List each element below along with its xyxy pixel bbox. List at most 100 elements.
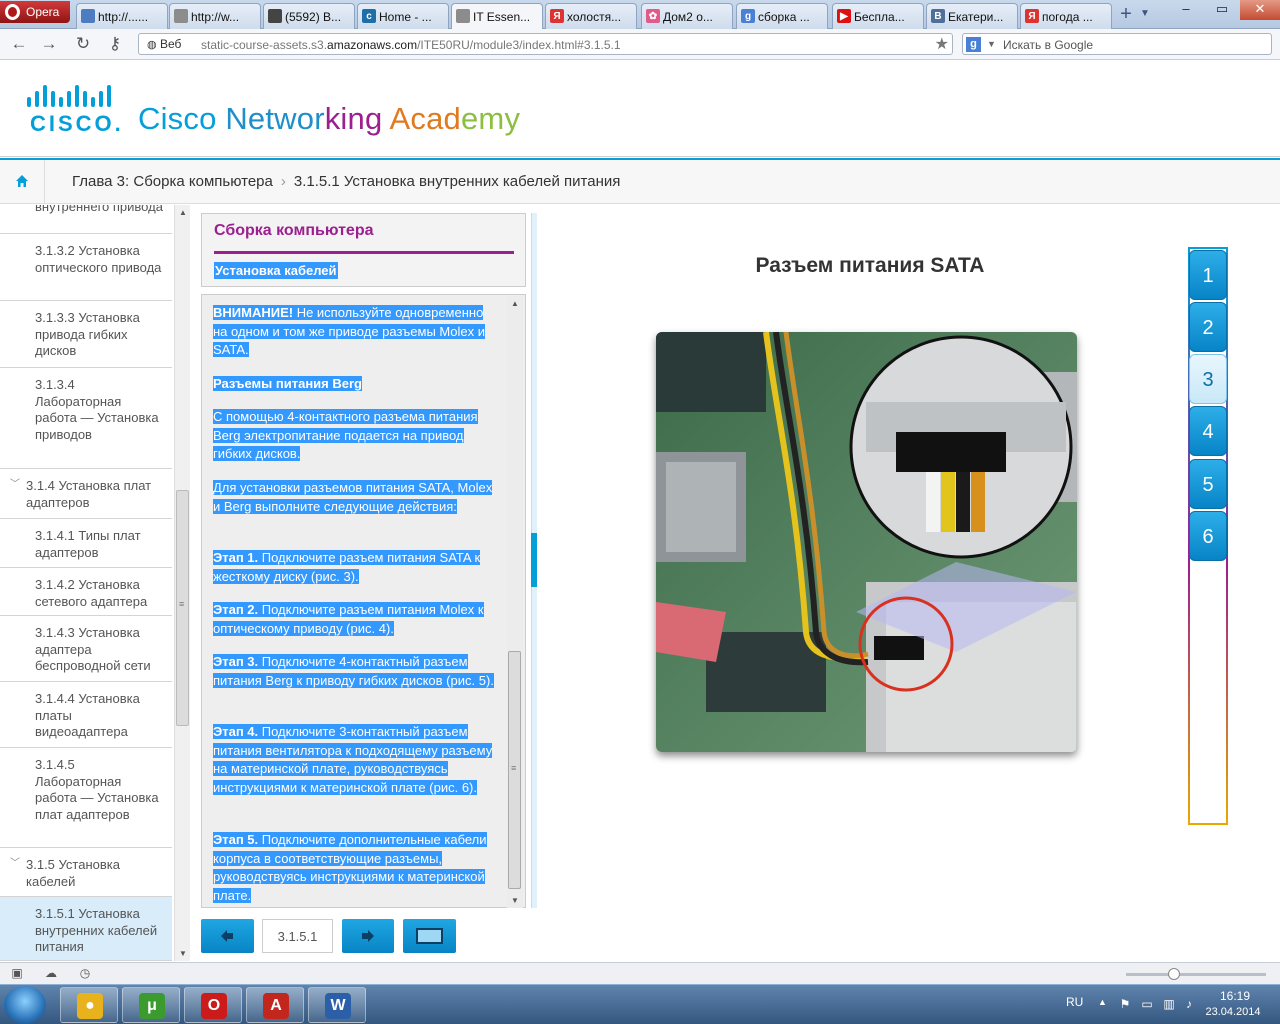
chevron-down-icon[interactable]: ﹀ [10, 856, 20, 873]
toc-section[interactable]: ﹀ 3.1.4 Установка плат адаптеров [0, 469, 172, 519]
paragraph-bold: Этап 2. [213, 602, 259, 617]
scroll-up-icon[interactable]: ▲ [179, 208, 187, 217]
network-icon[interactable]: ▥ [1162, 997, 1176, 1011]
browser-tab[interactable]: http://w... [169, 3, 261, 29]
language-indicator[interactable]: RU [1066, 995, 1083, 1009]
panel-splitter[interactable] [531, 213, 537, 908]
scroll-down-icon[interactable]: ▼ [179, 949, 187, 958]
toc-section[interactable]: ﹀ 3.1.5 Установка кабелей [0, 848, 172, 897]
show-hidden-icons-icon[interactable]: ▲ [1098, 997, 1107, 1007]
academy-title: Cisco Networking Academy [138, 101, 520, 137]
panel-paragraph: Этап 5. Подключите дополнительные кабели… [213, 831, 498, 905]
chevron-down-icon[interactable]: ﹀ [10, 477, 20, 494]
next-page-button[interactable] [342, 919, 394, 953]
volume-icon[interactable]: ♪ [1182, 997, 1196, 1011]
toc-item[interactable]: 3.1.4.4 Установка платы видеоадаптера [0, 682, 172, 748]
paragraph-text: С помощью 4-контактного разъема питания … [213, 409, 478, 461]
scroll-down-icon[interactable]: ▼ [511, 896, 519, 905]
zoom-slider[interactable] [1126, 968, 1266, 980]
toc-item-label: внутреннего привода [35, 205, 163, 214]
browser-tab[interactable]: Япогода ... [1020, 3, 1112, 29]
toc-item[interactable]: 3.1.4.2 Установка сетевого адаптера [0, 568, 172, 616]
toc-item[interactable]: 3.1.3.2 Установка оптического привода [0, 234, 172, 301]
toc-item[interactable]: внутреннего привода [0, 205, 172, 234]
panel-scrollbar[interactable]: ▲ ≡ ▼ [507, 296, 523, 908]
figure-tab-1[interactable]: 1 [1189, 250, 1227, 300]
academy-title-part: Acad [389, 101, 461, 136]
bookmark-star-icon[interactable]: ★ [935, 34, 949, 54]
browser-tab-label: Home - ... [379, 10, 432, 24]
browser-tab[interactable]: g сборка ... [736, 3, 828, 29]
fullscreen-button[interactable] [403, 919, 456, 953]
figure-tab-4[interactable]: 4 [1189, 406, 1227, 456]
browser-tab-label: http://...... [98, 10, 149, 24]
search-engine-dropdown-icon[interactable]: ▼ [987, 39, 996, 49]
browser-tab[interactable]: ✿ Дом2 о... [641, 3, 733, 29]
browser-tab[interactable]: (5592) В... [263, 3, 355, 29]
clock-time[interactable]: 16:19 [1206, 989, 1264, 1003]
chrome-icon: ● [77, 993, 103, 1019]
monitor-icon[interactable]: ▭ [1140, 997, 1154, 1011]
taskbar-app[interactable]: A [246, 987, 304, 1023]
toc-item[interactable]: 3.1.4.1 Типы плат адаптеров [0, 519, 172, 568]
start-button[interactable] [4, 986, 46, 1024]
toc-scrollbar[interactable]: ▲ ≡ ▼ [174, 205, 190, 961]
panel-scroll-thumb[interactable]: ≡ [508, 651, 521, 889]
toc-item[interactable]: 3.1.4.5 Лабораторная работа — Установка … [0, 748, 172, 848]
browser-tab[interactable]: http://...... [76, 3, 168, 29]
taskbar-app[interactable]: W [308, 987, 366, 1023]
utorrent-icon: μ [139, 993, 165, 1019]
breadcrumb-chapter[interactable]: Глава 3: Сборка компьютера [72, 173, 273, 190]
turbo-cloud-icon[interactable]: ☁ [44, 967, 58, 980]
close-window-button[interactable]: ✕ [1240, 0, 1280, 20]
back-button[interactable]: ← [8, 34, 30, 54]
home-icon[interactable] [14, 173, 30, 189]
search-placeholder: Искать в Google [1003, 38, 1094, 52]
taskbar-app[interactable]: O [184, 987, 242, 1023]
browser-tab-label: погода ... [1042, 10, 1093, 24]
scroll-up-icon[interactable]: ▲ [511, 299, 519, 308]
browser-tab[interactable]: ▶ Беспла... [832, 3, 924, 29]
browser-tab-label: холостя... [567, 10, 622, 24]
new-tab-button[interactable]: + [1114, 4, 1138, 26]
splitter-grip[interactable] [531, 533, 537, 587]
toc-scroll-thumb[interactable]: ≡ [176, 490, 189, 726]
toc-item[interactable]: 3.1.4.3 Установка адаптера беспроводной … [0, 616, 172, 682]
browser-tab[interactable]: B Екатери... [926, 3, 1018, 29]
speed-dial-icon[interactable]: ◷ [78, 967, 92, 980]
opera-menu-button[interactable]: Opera [0, 1, 70, 23]
opera-icon: O [201, 993, 227, 1019]
breadcrumb-divider [44, 160, 45, 204]
zoom-slider-knob[interactable] [1168, 968, 1180, 980]
previous-page-button[interactable] [201, 919, 254, 953]
toc-item[interactable]: 3.1.5.1 Установка внутренних кабелей пит… [0, 897, 172, 961]
taskbar-app[interactable]: ● [60, 987, 118, 1023]
browser-tab[interactable]: IT Essen... [451, 3, 543, 30]
figure-tab-2[interactable]: 2 [1189, 302, 1227, 352]
network-flag-icon[interactable]: ⚑ [1118, 997, 1132, 1011]
table-of-contents: внутреннего привода 3.1.3.2 Установка опт… [0, 205, 190, 961]
taskbar-app[interactable]: μ [122, 987, 180, 1023]
panel-toggle-icon[interactable]: ▣ [10, 967, 24, 980]
browser-tab[interactable]: Яхолостя... [545, 3, 637, 29]
minimize-button[interactable]: – [1168, 0, 1204, 20]
reload-button[interactable]: ↻ [72, 34, 94, 54]
panel-paragraph: С помощью 4-контактного разъема питания … [213, 408, 498, 464]
search-field[interactable]: g ▼ Искать в Google [962, 33, 1272, 55]
panel-title-rule [214, 251, 514, 254]
panel-body-text[interactable]: ВНИМАНИЕ! Не используйте одновременно на… [201, 294, 526, 908]
key-icon[interactable]: ⚷ [104, 34, 126, 54]
maximize-button[interactable]: ▭ [1204, 0, 1240, 20]
figure-tab-6[interactable]: 6 [1189, 511, 1227, 561]
tab-list-dropdown-icon[interactable]: ▼ [1140, 8, 1150, 19]
cisco-icon: c [362, 9, 376, 23]
browser-tab-label: http://w... [191, 10, 240, 24]
toc-item[interactable]: 3.1.3.3 Установка привода гибких дисков [0, 301, 172, 368]
toc-item[interactable]: 3.1.3.4 Лабораторная работа — Установка … [0, 368, 172, 469]
clock-date[interactable]: 23.04.2014 [1196, 1006, 1270, 1018]
browser-tab[interactable]: c Home - ... [357, 3, 449, 29]
forward-button[interactable]: → [38, 34, 60, 54]
figure-tab-3[interactable]: 3 [1189, 354, 1227, 404]
url-field[interactable]: ◍ Веб static-course-assets.s3.amazonaws.… [138, 33, 953, 55]
figure-tab-5[interactable]: 5 [1189, 459, 1227, 509]
